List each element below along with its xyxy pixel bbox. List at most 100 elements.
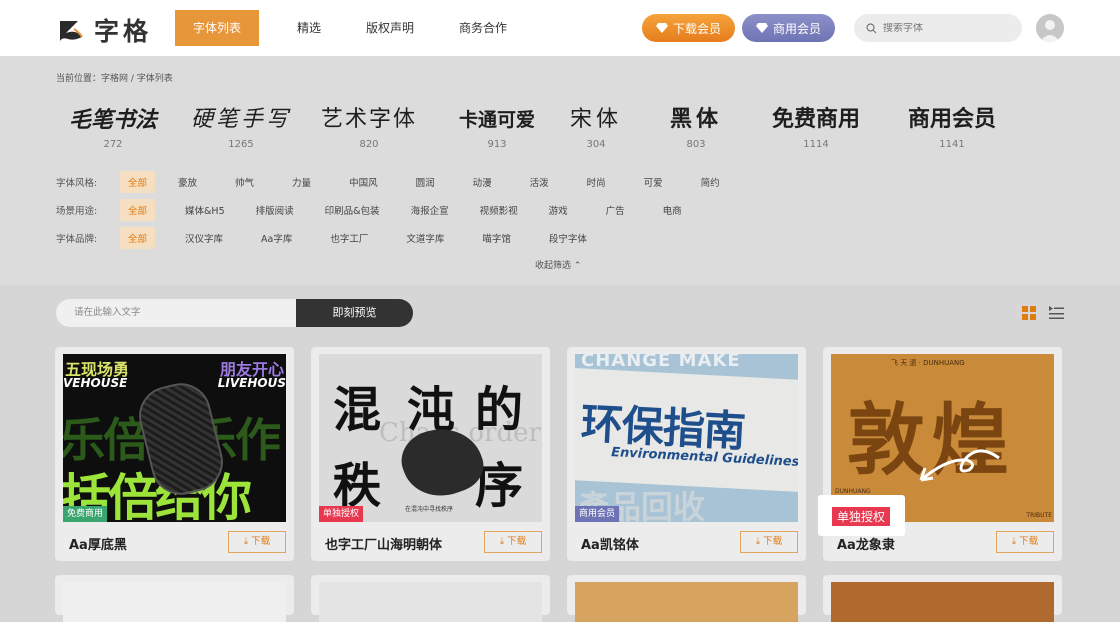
font-preview-image[interactable]: CHANGE MAKE 环保指南 Environmental Guideline…: [575, 354, 798, 522]
grid-view-icon[interactable]: [1022, 306, 1036, 320]
list-view-icon[interactable]: [1049, 305, 1064, 320]
logo-mark-icon: [60, 21, 83, 41]
scene-chip[interactable]: 海报企宣: [403, 199, 457, 221]
brand-chip[interactable]: 喵字馆: [474, 227, 519, 249]
brand-chip[interactable]: Aa字库: [253, 227, 300, 249]
brand-chip[interactable]: 段宁字体: [541, 227, 595, 249]
scene-chip[interactable]: 全部: [120, 199, 156, 221]
nav-featured[interactable]: 精选: [279, 10, 339, 46]
font-card[interactable]: [55, 575, 294, 622]
category-name: 商用会员: [907, 107, 996, 132]
style-chip[interactable]: 帅气: [227, 171, 262, 193]
filter-row-scene: 场景用途: 全部 媒体&H5 排版阅读 印刷品&包装 海报企宣 视频影视 游戏 …: [56, 199, 705, 221]
preview-text: TRIBUTE: [1026, 512, 1052, 519]
license-badge: 商用会员: [575, 506, 620, 522]
preview-text-input[interactable]: 请在此输入文字: [56, 299, 296, 327]
download-button[interactable]: ⤓ 下载: [228, 531, 286, 553]
font-preview-image[interactable]: [831, 582, 1054, 622]
exclusive-license-highlight: 单独授权: [818, 495, 905, 536]
brand-chip[interactable]: 汉仪字库: [177, 227, 231, 249]
filter-label: 场景用途:: [56, 206, 98, 217]
preview-text: VEHOUSE: [63, 376, 128, 390]
scene-chip[interactable]: 媒体&H5: [177, 199, 233, 221]
nav-business[interactable]: 商务合作: [441, 10, 525, 46]
style-chip[interactable]: 圆润: [408, 171, 443, 193]
preview-text: 的: [475, 382, 524, 438]
preview-button[interactable]: 即刻预览: [296, 299, 413, 327]
scene-chip[interactable]: 视频影视: [472, 199, 526, 221]
font-preview-image[interactable]: 五现场勇 朋友开心 VEHOUSE LIVEHOUS 乐倍心乐作 括倍给你: [63, 354, 286, 522]
nav-copyright[interactable]: 版权声明: [348, 10, 432, 46]
preview-text: 在混沌中寻找秩序: [405, 506, 454, 513]
category-calligraphy[interactable]: 毛笔书法 272: [56, 104, 170, 150]
category-count: 820: [359, 139, 379, 150]
style-chip[interactable]: 全部: [120, 171, 156, 193]
license-badge: 单独授权: [319, 506, 364, 522]
font-card[interactable]: [823, 575, 1062, 622]
style-chip[interactable]: 活泼: [522, 171, 557, 193]
style-chip[interactable]: 豪放: [170, 171, 205, 193]
site-logo[interactable]: 字格: [56, 12, 152, 48]
font-preview-image[interactable]: [319, 582, 542, 622]
scene-chip[interactable]: 排版阅读: [248, 199, 302, 221]
download-button[interactable]: ⤓ 下载: [484, 531, 542, 553]
font-card[interactable]: Chaos order 混 沌 的 秩 序 在混沌中寻找秩序 单独授权 也字工厂…: [311, 347, 550, 561]
category-cartoon[interactable]: 卡通可爱 913: [440, 104, 554, 150]
brand-chip[interactable]: 也字工厂: [322, 227, 376, 249]
scene-chip[interactable]: 游戏: [541, 199, 576, 221]
style-chip[interactable]: 简约: [693, 171, 728, 193]
style-chip[interactable]: 力量: [284, 171, 319, 193]
category-name: 免费商用: [771, 107, 860, 132]
search-input[interactable]: [883, 22, 1003, 34]
font-name[interactable]: Aa龙象隶: [837, 534, 895, 553]
category-name: 宋体: [569, 107, 622, 132]
font-card[interactable]: 五现场勇 朋友开心 VEHOUSE LIVEHOUS 乐倍心乐作 括倍给你 免费…: [55, 347, 294, 561]
font-preview-image[interactable]: Chaos order 混 沌 的 秩 序 在混沌中寻找秩序: [319, 354, 542, 522]
download-button[interactable]: ⤓ 下载: [740, 531, 798, 553]
collapse-filters-link[interactable]: 收起筛选 ⌃: [535, 258, 581, 271]
style-chip[interactable]: 时尚: [579, 171, 614, 193]
download-button[interactable]: ⤓ 下载: [996, 531, 1054, 553]
diamond-icon: [755, 23, 768, 33]
category-name: 卡通可爱: [458, 109, 535, 131]
search-box[interactable]: [854, 14, 1022, 42]
download-vip-button[interactable]: 下载会员: [642, 14, 735, 42]
font-card[interactable]: CHANGE MAKE 环保指南 Environmental Guideline…: [567, 347, 806, 561]
category-count: 1114: [803, 139, 829, 150]
font-card[interactable]: [311, 575, 550, 622]
font-name[interactable]: Aa凯铭体: [581, 534, 639, 553]
font-card[interactable]: [567, 575, 806, 622]
brand-chip[interactable]: 全部: [120, 227, 156, 249]
category-list: 毛笔书法 272 硬笔手写 1265 艺术字体 820 卡通可爱 913 宋体 …: [56, 104, 1066, 150]
category-art[interactable]: 艺术字体 820: [312, 104, 426, 150]
preview-text: 序: [475, 458, 524, 514]
font-name[interactable]: 也字工厂山海明朝体: [325, 534, 442, 553]
filter-panel: 当前位置：字格网 / 字体列表 毛笔书法 272 硬笔手写 1265 艺术字体 …: [0, 56, 1120, 285]
commercial-vip-label: 商用会员: [772, 21, 821, 36]
style-chip[interactable]: 动漫: [465, 171, 500, 193]
category-song[interactable]: 宋体 304: [568, 104, 624, 150]
category-name: 硬笔手写: [190, 107, 291, 132]
category-free-commercial[interactable]: 免费商用 1114: [768, 104, 864, 150]
brand-chip[interactable]: 文道字库: [398, 227, 452, 249]
font-name[interactable]: Aa厚底黑: [69, 534, 127, 553]
style-chip[interactable]: 中国风: [341, 171, 386, 193]
filter-label: 字体风格:: [56, 178, 98, 189]
scene-chip[interactable]: 广告: [598, 199, 633, 221]
font-preview-image[interactable]: [575, 582, 798, 622]
scene-chip[interactable]: 印刷品&包装: [317, 199, 388, 221]
category-name: 毛笔书法: [68, 107, 157, 133]
category-count: 803: [686, 139, 706, 150]
user-avatar[interactable]: [1036, 14, 1064, 42]
font-preview-image[interactable]: [63, 582, 286, 622]
nav-font-list[interactable]: 字体列表: [175, 10, 259, 46]
main-nav: 字体列表 精选 版权声明 商务合作: [175, 10, 534, 46]
category-name: 艺术字体: [320, 107, 417, 132]
scene-chip[interactable]: 电商: [655, 199, 690, 221]
category-commercial-vip[interactable]: 商用会员 1141: [904, 104, 1000, 150]
category-handwriting[interactable]: 硬笔手写 1265: [184, 104, 298, 150]
commercial-vip-button[interactable]: 商用会员: [742, 14, 835, 42]
preview-text: 飞 天 遗 · DUNHUANG: [891, 359, 965, 367]
style-chip[interactable]: 可爱: [636, 171, 671, 193]
category-hei[interactable]: 黑体 803: [668, 104, 724, 150]
